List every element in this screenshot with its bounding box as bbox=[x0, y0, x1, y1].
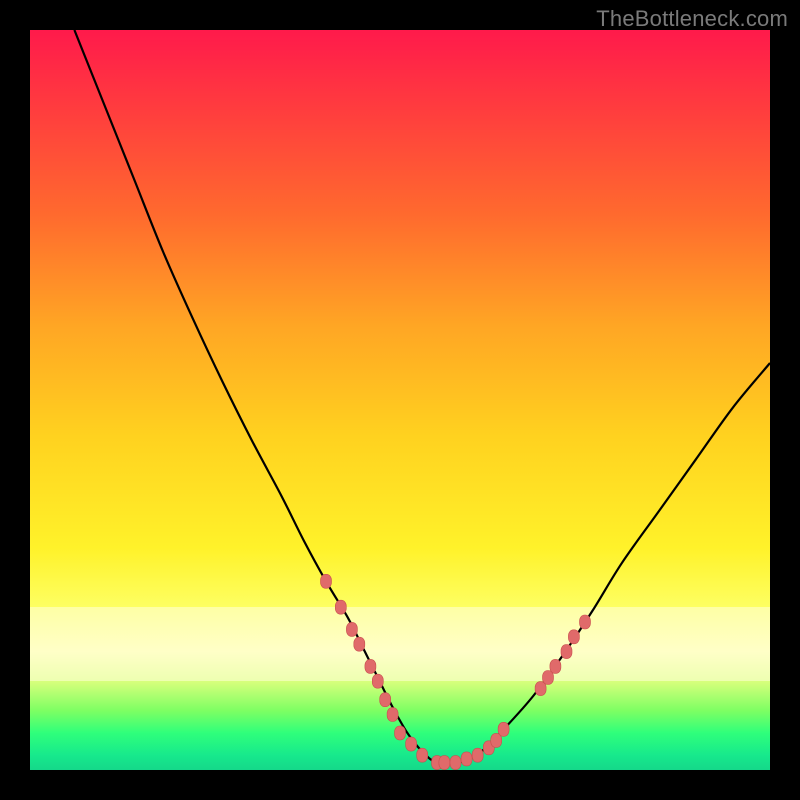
chart-stage: TheBottleneck.com bbox=[0, 0, 800, 800]
curve-layer bbox=[30, 30, 770, 770]
curve-marker bbox=[580, 615, 591, 629]
curve-marker bbox=[450, 756, 461, 770]
curve-marker bbox=[372, 674, 383, 688]
curve-marker bbox=[498, 722, 509, 736]
curve-marker bbox=[380, 693, 391, 707]
curve-marker bbox=[568, 630, 579, 644]
curve-marker bbox=[395, 726, 406, 740]
curve-marker bbox=[335, 600, 346, 614]
curve-marker bbox=[491, 733, 502, 747]
curve-markers bbox=[321, 574, 591, 769]
curve-marker bbox=[472, 748, 483, 762]
plot-area bbox=[30, 30, 770, 770]
curve-marker bbox=[461, 752, 472, 766]
curve-marker bbox=[417, 748, 428, 762]
curve-marker bbox=[561, 645, 572, 659]
bottleneck-curve bbox=[74, 30, 770, 764]
curve-marker bbox=[406, 737, 417, 751]
curve-marker bbox=[439, 756, 450, 770]
curve-marker bbox=[346, 622, 357, 636]
curve-marker bbox=[387, 708, 398, 722]
curve-marker bbox=[354, 637, 365, 651]
curve-marker bbox=[365, 659, 376, 673]
curve-marker bbox=[543, 671, 554, 685]
curve-marker bbox=[321, 574, 332, 588]
curve-marker bbox=[550, 659, 561, 673]
watermark-text: TheBottleneck.com bbox=[596, 6, 788, 32]
curve-marker bbox=[535, 682, 546, 696]
